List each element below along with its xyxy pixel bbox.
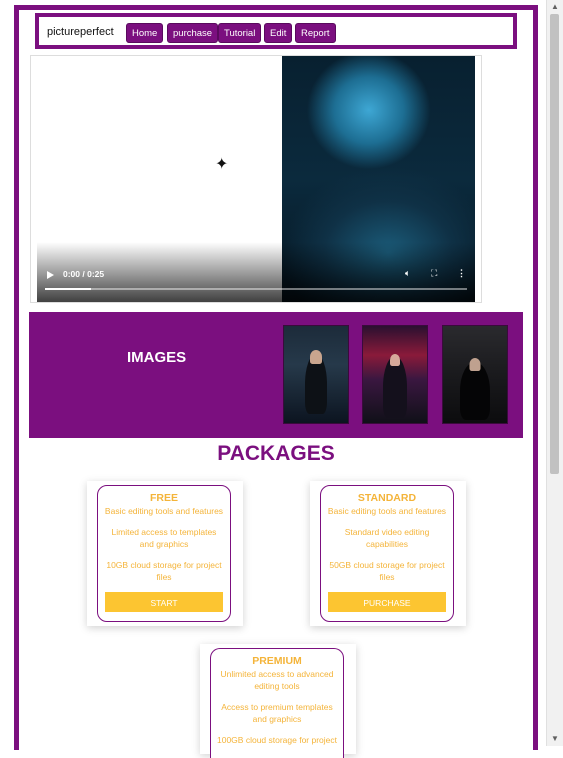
package-name: PREMIUM [252, 655, 302, 667]
nav-purchase-button[interactable]: purchase [167, 23, 219, 43]
scroll-up-arrow-icon[interactable]: ▲ [547, 0, 563, 14]
gallery-image-3[interactable] [442, 325, 508, 424]
package-feature: Access to premium templates and graphics [221, 702, 333, 724]
package-name: FREE [149, 492, 178, 504]
nav-edit-button[interactable]: Edit [264, 23, 293, 43]
package-card-inner: PREMIUM Unlimited access to advanced edi… [210, 648, 344, 758]
gallery-image-2[interactable] [362, 325, 428, 424]
package-card-standard: STANDARD Basic editing tools and feature… [310, 481, 466, 626]
video-container: 0:00 / 0:25 🔈︎ ⛶ ⋮ ✦ [30, 55, 482, 303]
package-card-inner: STANDARD Basic editing tools and feature… [320, 485, 454, 622]
package-feature: Basic editing tools and features [104, 506, 224, 516]
nav-tutorial-button[interactable]: Tutorial [218, 23, 262, 43]
gallery-image-1[interactable] [283, 325, 349, 424]
purchase-button[interactable]: PURCHASE [328, 592, 446, 612]
package-name: STANDARD [357, 492, 417, 504]
package-feature: Standard video editing capabilities [344, 527, 430, 549]
volume-icon[interactable]: 🔈︎ [405, 268, 410, 279]
package-feature: Limited access to templates and graphics [111, 527, 217, 549]
play-icon[interactable] [47, 271, 54, 279]
scroll-down-arrow-icon[interactable]: ▼ [547, 732, 563, 746]
package-feature: Basic editing tools and features [327, 506, 447, 516]
video-progress-bar[interactable] [45, 288, 467, 290]
images-title: IMAGES [127, 349, 187, 366]
package-card-premium: PREMIUM Unlimited access to advanced edi… [200, 644, 356, 758]
package-card-free: FREE Basic editing tools and features Li… [87, 481, 243, 626]
video-time: 0:00 / 0:25 [63, 269, 105, 279]
nav-report-button[interactable]: Report [295, 23, 336, 43]
images-section: IMAGES [29, 312, 523, 438]
video-progress-fill [45, 288, 92, 290]
cursor-sparkle-icon: ✦ [215, 156, 229, 173]
nav-home-button[interactable]: Home [126, 23, 164, 43]
fullscreen-icon[interactable]: ⛶ [431, 268, 437, 279]
package-card-inner: FREE Basic editing tools and features Li… [97, 485, 231, 622]
navbar: pictureperfect Home purchase Tutorial Ed… [35, 13, 517, 49]
video-player[interactable]: 0:00 / 0:25 🔈︎ ⛶ ⋮ ✦ [37, 56, 475, 302]
scroll-thumb[interactable] [550, 14, 559, 474]
vertical-scrollbar[interactable]: ▲ ▼ [546, 0, 563, 746]
package-feature: 100GB cloud storage for project [217, 735, 338, 745]
packages-title: PACKAGES [217, 442, 335, 465]
package-feature: 10GB cloud storage for project files [106, 560, 222, 582]
more-options-icon[interactable]: ⋮ [457, 268, 466, 279]
start-button[interactable]: START [105, 592, 223, 612]
package-feature: 50GB cloud storage for project files [329, 560, 445, 582]
package-feature: Unlimited access to advanced editing too… [220, 669, 334, 691]
brand-name: pictureperfect [47, 26, 114, 38]
